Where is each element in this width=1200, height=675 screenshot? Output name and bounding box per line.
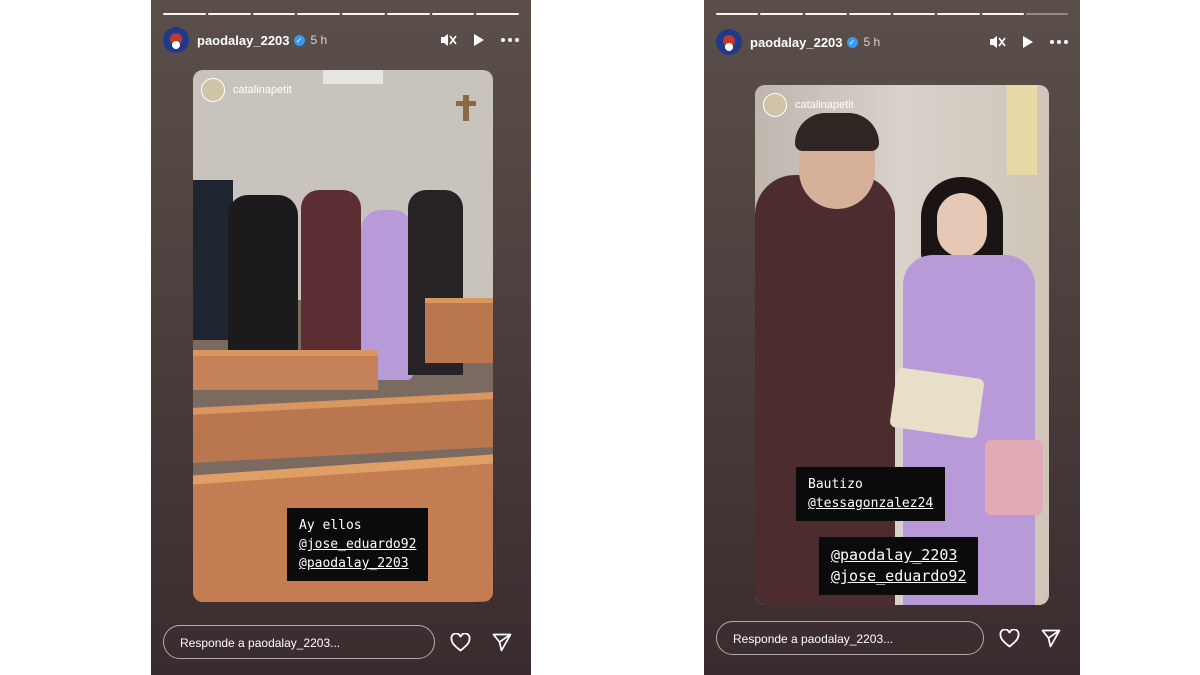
mention-link[interactable]: @paodalay_2203 [831, 545, 966, 566]
more-icon[interactable] [501, 38, 519, 42]
progress-segment [804, 13, 847, 15]
story-header: paodalay_2203 ✓ 5 h [163, 27, 519, 53]
story-timestamp: 5 h [310, 33, 328, 47]
crucifix-icon [463, 95, 469, 121]
story-panel-left: paodalay_2203 ✓ 5 h catalinapetit Ay ell… [151, 0, 531, 675]
progress-segment [716, 13, 759, 15]
progress-segment [760, 13, 803, 15]
woman-face [937, 193, 987, 257]
progress-segment [297, 13, 340, 15]
progress-segment [431, 13, 475, 15]
camera-crew [193, 180, 233, 340]
reply-input[interactable]: Responde a paodalay_2203... [716, 621, 984, 655]
progress-segment [1025, 13, 1068, 15]
story-username[interactable]: paodalay_2203 [750, 35, 843, 50]
progress-segment [207, 13, 251, 15]
reposter-info[interactable]: catalinapetit [763, 93, 854, 117]
crucifix-arm [456, 101, 476, 106]
story-progress-bar [716, 13, 1068, 15]
progress-segment [893, 13, 936, 15]
story-panel-right: paodalay_2203 ✓ 5 h catalinapetit Bautiz… [704, 0, 1080, 675]
reply-input[interactable]: Responde a paodalay_2203... [163, 625, 435, 659]
church-window [323, 70, 383, 84]
caption-sticker: Bautizo @tessagonzalez24 [796, 467, 946, 521]
mention-link[interactable]: @jose_eduardo92 [831, 566, 966, 587]
progress-segment [937, 13, 980, 15]
progress-segment [342, 13, 385, 15]
caption-sticker: Ay ellos @jose_eduardo92 @paodalay_2203 [287, 508, 429, 581]
verified-badge-icon: ✓ [846, 36, 858, 48]
story-timestamp: 5 h [863, 35, 881, 49]
man-hair [795, 113, 879, 151]
heart-icon[interactable] [992, 628, 1026, 648]
heart-icon[interactable] [443, 632, 477, 652]
story-progress-bar [163, 13, 519, 15]
mention-link[interactable]: @tessagonzalez24 [808, 494, 933, 513]
reposted-story-card: catalinapetit Ay ellos @jose_eduardo92 @… [193, 70, 493, 602]
avatar[interactable] [163, 27, 189, 53]
play-icon[interactable] [1022, 35, 1034, 49]
play-icon[interactable] [473, 33, 485, 47]
avatar[interactable] [716, 29, 742, 55]
pink-handbag [985, 440, 1043, 515]
reposter-username[interactable]: catalinapetit [795, 99, 854, 111]
person-maroon-suit [301, 190, 361, 350]
gift-box [889, 367, 985, 439]
send-icon[interactable] [1034, 629, 1068, 648]
mute-icon[interactable] [440, 32, 457, 48]
mention-link[interactable]: @jose_eduardo92 [299, 535, 416, 554]
reply-bar: Responde a paodalay_2203... [716, 620, 1068, 656]
reply-bar: Responde a paodalay_2203... [163, 624, 519, 660]
avatar[interactable] [201, 78, 225, 102]
reposter-username[interactable]: catalinapetit [233, 84, 292, 96]
progress-segment [848, 13, 891, 15]
caption-text: Bautizo [808, 477, 863, 492]
caption-sticker: @paodalay_2203 @jose_eduardo92 [819, 537, 979, 595]
progress-segment [476, 13, 519, 15]
progress-segment [386, 13, 430, 15]
progress-segment [981, 13, 1024, 15]
progress-segment [252, 13, 296, 15]
person-black-jacket [228, 195, 298, 365]
mention-link[interactable]: @paodalay_2203 [299, 554, 416, 573]
progress-segment [163, 13, 206, 15]
story-header: paodalay_2203 ✓ 5 h [716, 29, 1068, 55]
pew-1 [193, 350, 378, 390]
more-icon[interactable] [1050, 40, 1068, 44]
reposter-info[interactable]: catalinapetit [201, 78, 292, 102]
pew-right [425, 298, 493, 363]
church-window [1007, 85, 1037, 175]
send-icon[interactable] [485, 633, 519, 652]
verified-badge-icon: ✓ [293, 34, 305, 46]
caption-text: Ay ellos [299, 518, 362, 533]
reposted-story-card: catalinapetit Bautizo @tessagonzalez24 @… [755, 85, 1049, 605]
mute-icon[interactable] [989, 34, 1006, 50]
story-username[interactable]: paodalay_2203 [197, 33, 290, 48]
avatar[interactable] [763, 93, 787, 117]
